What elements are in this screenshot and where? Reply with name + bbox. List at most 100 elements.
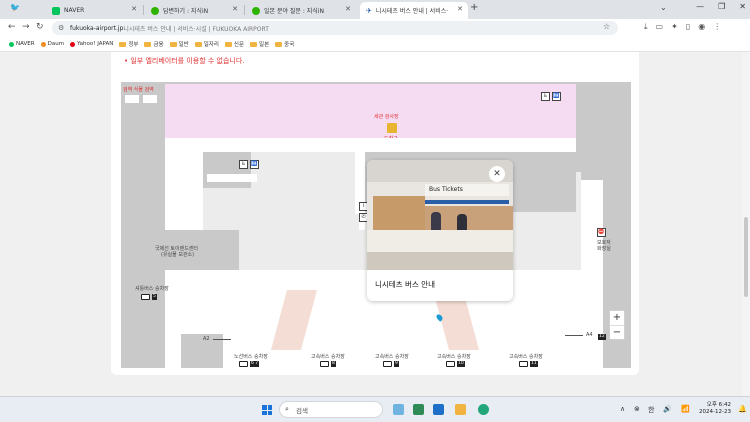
close-tab-icon[interactable]: ✕ (232, 5, 238, 13)
bookmark-star-icon[interactable]: ☆ (603, 22, 610, 31)
highway-bus-stop-label-8: 고속버스 승차장 (311, 354, 345, 360)
lost-found-label-2: (유실물 보관소) (161, 252, 195, 258)
bookmark-folder-government[interactable]: 정부 (119, 40, 138, 48)
excel-app-icon[interactable] (413, 404, 424, 415)
ime-language[interactable]: 한 (648, 405, 654, 415)
taskbar-search[interactable]: ⌕ 검색 (279, 401, 383, 418)
tab-japan-question[interactable]: 일본 분야 질문 : 지식iN ✕ (246, 2, 356, 19)
reload-icon[interactable]: ↻ (36, 22, 44, 32)
customs-icon (387, 123, 397, 133)
bus-stop-number: 6 7 (250, 361, 260, 367)
restore-icon[interactable]: ❐ (718, 2, 725, 11)
restroom-icon: 🚻 (250, 160, 259, 169)
tray-close-icon[interactable]: ⊗ (634, 405, 640, 413)
wifi-icon[interactable]: 📶 (681, 405, 690, 413)
address-bar[interactable]: ⚙ fukuoka-airport.jp 니시테츠 버스 안내 | 서비스·시설… (52, 21, 618, 35)
zoom-out-button[interactable]: − (610, 325, 624, 339)
tray-overflow-icon[interactable]: ∧ (620, 405, 625, 413)
download-icon[interactable]: ⤓ (644, 22, 648, 32)
close-tab-icon[interactable]: ✕ (457, 5, 463, 13)
highway-bus-stop-label-9: 고속버스 승차장 (375, 354, 409, 360)
tab-list-icon[interactable]: ⌄ (660, 3, 667, 12)
highway-bus-stop-label-10: 고속버스 승차장 (437, 354, 471, 360)
close-tab-icon[interactable]: ✕ (131, 5, 137, 13)
new-tab-button[interactable]: + (470, 2, 478, 13)
tab-naver[interactable]: NAVER ✕ (46, 2, 142, 19)
folder-icon (275, 41, 283, 47)
forward-icon[interactable]: → (22, 22, 30, 32)
bus-icon (141, 294, 150, 300)
bookmark-folder-china[interactable]: 중국 (275, 40, 294, 48)
bus-icon (383, 361, 392, 367)
chrome-app-icon[interactable] (478, 404, 489, 415)
bookmarks-bar: NAVER Daum Yahoo! JAPAN 정부 금융 일반 일자리 신문 … (0, 37, 750, 52)
bus-stop-number: 8 (331, 361, 336, 367)
scrollbar-thumb[interactable] (744, 217, 748, 297)
zoom-in-button[interactable]: + (610, 311, 624, 325)
notification-icon[interactable]: 🔔 (738, 405, 747, 413)
taskbar: ⌕ 검색 ∧ ⊗ 한 🔊 📶 오후 6:42 2024-12-23 🔔 (0, 396, 750, 422)
bus-icon (446, 361, 455, 367)
folder-icon (169, 41, 177, 47)
kin-favicon-icon (151, 6, 159, 15)
toolbar-icons: ⤓ ▭ ✦ ▯ ◉ ⋮ (644, 22, 721, 32)
profile-icon[interactable]: ◉ (698, 22, 705, 32)
screenshot-icon[interactable]: ▭ (656, 22, 664, 32)
bus-stop-number: 12 (598, 334, 606, 340)
tab-answer[interactable]: 답변하기 : 지식iN ✕ (145, 2, 243, 19)
windows-start-icon[interactable] (262, 405, 272, 415)
page-scrollbar[interactable] (742, 52, 750, 396)
folder-app-icon[interactable] (455, 404, 466, 415)
road-a2-label: A2 (203, 336, 210, 342)
quarantine-label: 검역 식물 검역 (123, 87, 154, 93)
folder-icon (250, 41, 258, 47)
back-icon[interactable]: ← (8, 22, 16, 32)
bookmark-folder-news[interactable]: 신문 (224, 40, 244, 48)
tab-strip: 🐦 NAVER ✕ 답변하기 : 지식iN ✕ 일본 분야 질문 : 지식iN … (0, 0, 750, 19)
folder-icon (144, 41, 152, 47)
extensions-icon[interactable]: ✦ (671, 22, 678, 32)
road-a4-label: A4 (586, 332, 593, 338)
page-viewport: • 일부 엘리베이터를 이용할 수 없습니다. 검역 식물 검역 ♿ 🚻 세관 … (0, 52, 742, 396)
close-tab-icon[interactable]: ✕ (345, 5, 351, 13)
elevator-notice: • 일부 엘리베이터를 이용할 수 없습니다. (124, 57, 245, 65)
bookmark-folder-japan[interactable]: 일본 (250, 40, 269, 48)
menu-icon[interactable]: ⋮ (713, 22, 721, 32)
bus-stop-number: 9 (394, 361, 399, 367)
bookmark-folder-jobs[interactable]: 일자리 (194, 40, 219, 48)
wheelchair-icon: ♿ (239, 160, 248, 169)
widgets-app-icon[interactable] (393, 404, 404, 415)
bus-info-popup: Bus Tickets ✕ 니시테츠 버스 안내 (367, 160, 513, 301)
search-icon: ⌕ (285, 405, 289, 413)
bookmark-naver[interactable]: NAVER (9, 41, 35, 47)
popup-close-button[interactable]: ✕ (489, 166, 505, 182)
bus-icon (320, 361, 329, 367)
explorer-app-icon[interactable] (433, 404, 444, 415)
bus-stop-number: 11 (530, 361, 538, 367)
tab-search-icon[interactable]: 🐦 (10, 3, 20, 12)
bookmark-yahoo[interactable]: Yahoo! JAPAN (70, 41, 113, 47)
customs-label: 세관 검사장 (374, 114, 399, 120)
bookmark-daum[interactable]: Daum (40, 41, 64, 47)
daum-icon (40, 41, 46, 47)
system-clock[interactable]: 오후 6:42 2024-12-23 (699, 402, 731, 416)
bookmark-folder-general[interactable]: 일반 (169, 40, 189, 48)
bookmark-folder-finance[interactable]: 금융 (144, 40, 164, 48)
speaker-icon[interactable]: 🔊 (663, 405, 672, 413)
tab-nishitetsu-bus[interactable]: ✈ 니시테츠 버스 안내 | 서비스· ✕ (360, 2, 468, 19)
toolbar: ← → ↻ ⚙ fukuoka-airport.jp 니시테츠 버스 안내 | … (0, 19, 750, 37)
bus-stop-number: 10 (457, 361, 465, 367)
shuttle-bus-stop-label: 셔틀버스 승차장 (135, 286, 169, 292)
close-window-icon[interactable]: ✕ (739, 2, 746, 11)
route-bus-stop-label: 노선버스 승차장 (234, 354, 268, 360)
site-info-icon[interactable]: ⚙ (58, 24, 64, 32)
nursery-icon: ⛔ (597, 228, 606, 237)
yahoo-icon (70, 41, 76, 47)
minimize-icon[interactable]: — (696, 2, 704, 11)
folder-icon (119, 41, 127, 47)
bus-icon (519, 361, 528, 367)
split-view-icon[interactable]: ▯ (686, 22, 690, 32)
kin-favicon-icon (252, 6, 260, 15)
bus-tickets-sign: Bus Tickets (429, 186, 463, 193)
naver-favicon-icon (52, 6, 60, 15)
